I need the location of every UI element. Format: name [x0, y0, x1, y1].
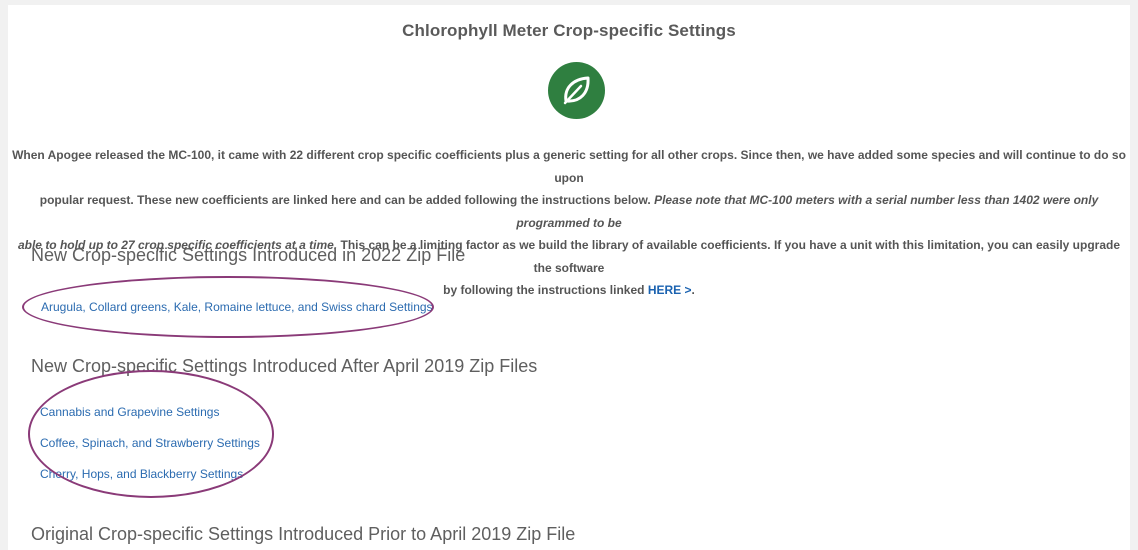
intro-line-4: by following the instructions linked HER…	[8, 279, 1130, 302]
link-cannabis-settings[interactable]: Cannabis and Grapevine Settings	[40, 405, 219, 419]
link-coffee-settings[interactable]: Coffee, Spinach, and Strawberry Settings	[40, 436, 260, 450]
section-heading-prior-2019: Original Crop-specific Settings Introduc…	[31, 524, 576, 544]
intro-paragraph: When Apogee released the MC-100, it came…	[8, 144, 1130, 302]
intro-line-1: When Apogee released the MC-100, it came…	[12, 148, 1126, 185]
page-content: Chlorophyll Meter Crop-specific Settings…	[8, 5, 1130, 550]
section-heading-2022: New Crop-specific Settings Introduced in…	[31, 245, 466, 265]
leaf-logo	[548, 62, 605, 119]
link-arugula-settings[interactable]: Arugula, Collard greens, Kale, Romaine l…	[41, 300, 433, 314]
section-heading-after-2019: New Crop-specific Settings Introduced Af…	[31, 356, 538, 376]
link-cherry-settings[interactable]: Cherry, Hops, and Blackberry Settings	[40, 467, 243, 481]
intro-line-2-text: popular request. These new coefficients …	[39, 193, 651, 207]
leaf-icon	[563, 76, 590, 105]
page-title: Chlorophyll Meter Crop-specific Settings	[402, 21, 736, 40]
intro-line-2: popular request. These new coefficients …	[8, 189, 1130, 234]
here-link[interactable]: HERE >	[648, 283, 692, 297]
intro-line-4-text: by following the instructions linked	[443, 283, 645, 297]
intro-period: .	[691, 283, 695, 297]
